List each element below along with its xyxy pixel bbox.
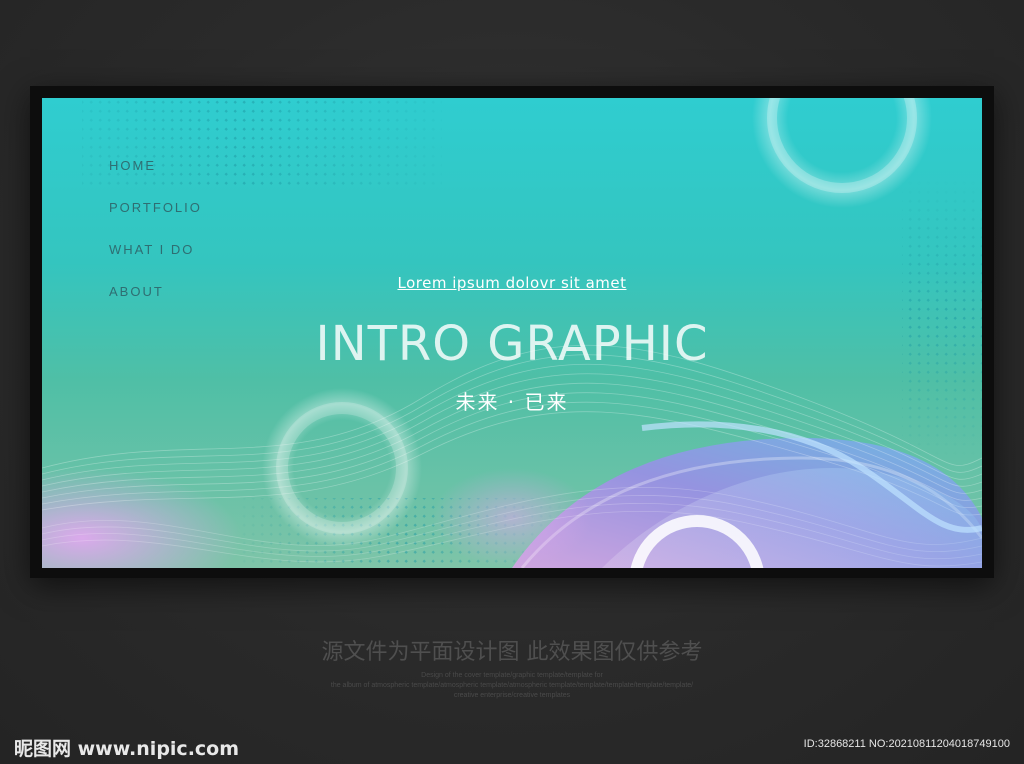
nav-home[interactable]: HOME bbox=[109, 158, 156, 173]
intro-banner: HOME PORTFOLIO WHAT I DO ABOUT Lorem ips… bbox=[42, 98, 982, 568]
watermark-id: ID:32868211 NO:20210811204018749100 bbox=[803, 738, 1010, 750]
nav-what-i-do[interactable]: WHAT I DO bbox=[109, 242, 194, 257]
hero-link[interactable]: Lorem ipsum dolovr sit amet bbox=[42, 274, 982, 292]
caption-line-1: Design of the cover template/graphic tem… bbox=[421, 672, 603, 679]
caption-line-3: creative enterprise/creative templates bbox=[453, 692, 571, 699]
hero-title: INTRO GRAPHIC bbox=[315, 316, 709, 372]
caption-main: 源文件为平面设计图 此效果图仅供参考 bbox=[321, 640, 703, 665]
banner-frame: HOME PORTFOLIO WHAT I DO ABOUT Lorem ips… bbox=[30, 86, 994, 578]
nav-portfolio[interactable]: PORTFOLIO bbox=[109, 200, 202, 215]
hero-subtitle-cn: 未来 · 已来 bbox=[455, 390, 569, 414]
caption-line-2: the album of atmospheric template/atmosp… bbox=[330, 682, 694, 689]
watermark-logo: 昵图网 www.nipic.com bbox=[14, 738, 240, 760]
